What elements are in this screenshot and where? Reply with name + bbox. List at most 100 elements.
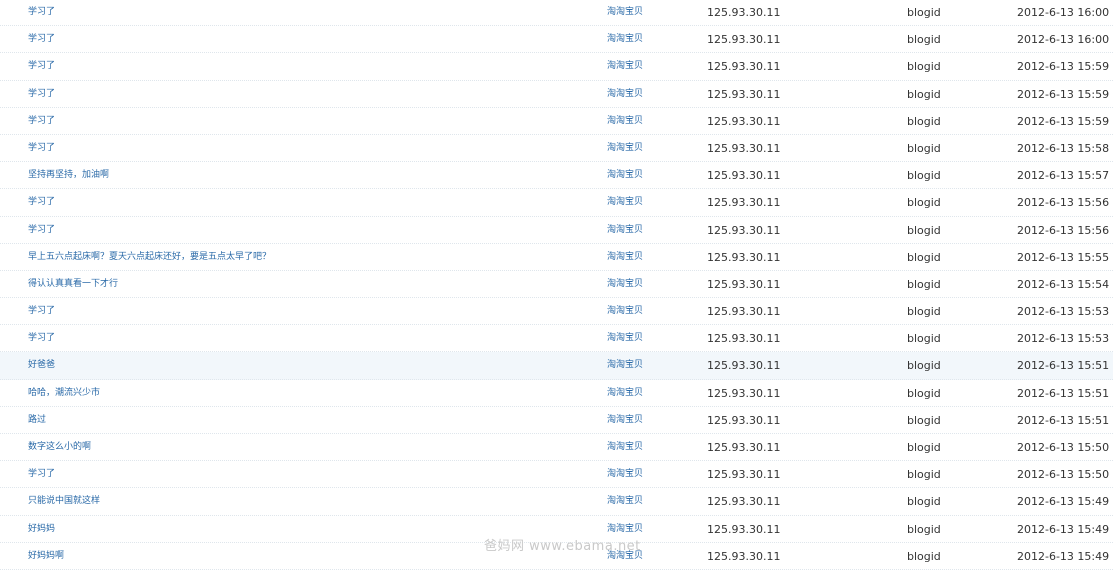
comment-time: 2012-6-13 15:49 (1017, 522, 1110, 536)
comment-content-link[interactable]: 学习了 (28, 108, 55, 135)
comment-ip: 125.93.30.11 (707, 359, 781, 373)
comment-user-link[interactable]: 淘淘宝贝 (607, 53, 643, 80)
comment-content-link[interactable]: 学习了 (28, 0, 55, 26)
comment-time: 2012-6-13 15:58 (1017, 141, 1110, 155)
comment-ip: 125.93.30.11 (707, 169, 781, 183)
table-row: 学习了 淘淘宝贝 125.93.30.11 blogid 2012-6-13 16:00 (0, 0, 1113, 27)
comment-user-link[interactable]: 淘淘宝贝 (607, 298, 643, 325)
comment-type: blogid (907, 332, 941, 346)
comment-ip: 125.93.30.11 (707, 441, 781, 454)
comment-type: blogid (907, 359, 941, 373)
comment-time: 2012-6-13 15:59 (1017, 60, 1110, 74)
comment-ip: 125.93.30.11 (707, 468, 781, 482)
comment-content-link[interactable]: 学习了 (28, 81, 55, 108)
comment-content-link[interactable]: 学习了 (28, 217, 55, 244)
comment-user-link[interactable]: 淘淘宝贝 (607, 271, 643, 298)
comment-user-link[interactable]: 淘淘宝贝 (607, 325, 643, 352)
comment-time: 2012-6-13 15:59 (1017, 114, 1110, 128)
comment-user-link[interactable]: 淘淘宝贝 (607, 380, 643, 407)
comment-content-link[interactable]: 只能说中国就这样 (28, 488, 100, 515)
comment-user-link[interactable]: 淘淘宝贝 (607, 352, 643, 379)
table-row: 学习了 淘淘宝贝 125.93.30.11 blogid 2012-6-13 15:56 (0, 189, 1113, 217)
table-row: 学习了 淘淘宝贝 125.93.30.11 blogid 2012-6-13 15:58 (0, 135, 1113, 163)
comment-time: 2012-6-13 16:00 (1017, 6, 1110, 19)
table-row: 学习了 淘淘宝贝 125.93.30.11 blogid 2012-6-13 16:00 (0, 26, 1113, 54)
comment-ip: 125.93.30.11 (707, 305, 781, 319)
comment-user-link[interactable]: 淘淘宝贝 (607, 81, 643, 108)
table-row: 学习了 淘淘宝贝 125.93.30.11 blogid 2012-6-13 15:59 (0, 81, 1113, 108)
table-row: 只能说中国就这样 淘淘宝贝 125.93.30.11 blogid 2012-6-13 … (0, 488, 1113, 516)
comment-user-link[interactable]: 淘淘宝贝 (607, 26, 643, 53)
comment-user-link[interactable]: 淘淘宝贝 (607, 461, 643, 488)
comment-time: 2012-6-13 15:51 (1017, 413, 1110, 427)
table-row: 学习了 淘淘宝贝 125.93.30.11 blogid 2012-6-13 15:59 (0, 53, 1113, 81)
comment-time: 2012-6-13 15:54 (1017, 277, 1110, 291)
table-row: 哈哈，潮流兴少市 淘淘宝贝 125.93.30.11 blogid 2012-6-13 … (0, 380, 1113, 407)
comment-ip: 125.93.30.11 (707, 522, 781, 536)
comment-type: blogid (907, 413, 941, 427)
comment-type: blogid (907, 522, 941, 536)
comment-time: 2012-6-13 15:53 (1017, 332, 1110, 346)
comment-time: 2012-6-13 15:56 (1017, 196, 1110, 210)
comment-content-link[interactable]: 坚持再坚持，加油啊 (28, 162, 109, 189)
comment-time: 2012-6-13 15:56 (1017, 223, 1110, 237)
comment-time: 2012-6-13 15:53 (1017, 305, 1110, 319)
comment-type: blogid (907, 277, 941, 291)
comment-user-link[interactable]: 淘淘宝贝 (607, 488, 643, 515)
comment-type: blogid (907, 196, 941, 210)
comment-content-link[interactable]: 路过 (28, 407, 46, 434)
comment-type: blogid (907, 114, 941, 128)
comment-user-link[interactable]: 淘淘宝贝 (607, 162, 643, 189)
comment-content-link[interactable]: 得认认真真看一下才行 (28, 271, 118, 298)
comment-ip: 125.93.30.11 (707, 87, 781, 101)
comment-type: blogid (907, 549, 941, 563)
comment-type: blogid (907, 33, 941, 47)
table-row: 得认认真真看一下才行 淘淘宝贝 125.93.30.11 blogid 2012-6-1… (0, 271, 1113, 299)
comment-user-link[interactable]: 淘淘宝贝 (607, 244, 643, 271)
comment-content-link[interactable]: 学习了 (28, 189, 55, 216)
comment-ip: 125.93.30.11 (707, 549, 781, 563)
comment-ip: 125.93.30.11 (707, 223, 781, 237)
comment-ip: 125.93.30.11 (707, 141, 781, 155)
comment-time: 2012-6-13 16:00 (1017, 33, 1110, 47)
comment-ip: 125.93.30.11 (707, 60, 781, 74)
comment-content-link[interactable]: 学习了 (28, 325, 55, 352)
comment-user-link[interactable]: 淘淘宝贝 (607, 217, 643, 244)
comment-type: blogid (907, 250, 941, 264)
comment-type: blogid (907, 6, 941, 19)
comment-content-link[interactable]: 哈哈，潮流兴少市 (28, 380, 100, 407)
comment-ip: 125.93.30.11 (707, 114, 781, 128)
comment-type: blogid (907, 169, 941, 183)
comment-user-link[interactable]: 淘淘宝贝 (607, 434, 643, 461)
comment-type: blogid (907, 495, 941, 509)
comment-content-link[interactable]: 好爸爸 (28, 352, 55, 379)
table-row: 好爸爸 淘淘宝贝 125.93.30.11 blogid 2012-6-13 15:51 (0, 352, 1113, 380)
comment-content-link[interactable]: 学习了 (28, 53, 55, 80)
comment-content-link[interactable]: 好妈妈啊 (28, 543, 64, 570)
comment-time: 2012-6-13 15:57 (1017, 169, 1110, 183)
comment-content-link[interactable]: 好妈妈 (28, 516, 55, 543)
comment-type: blogid (907, 141, 941, 155)
comment-user-link[interactable]: 淘淘宝贝 (607, 189, 643, 216)
watermark: 爸妈网 www.ebama.net (484, 539, 641, 554)
comment-content-link[interactable]: 学习了 (28, 135, 55, 162)
comments-table: 学习了 淘淘宝贝 125.93.30.11 blogid 2012-6-13 16:00… (0, 0, 1113, 570)
comment-user-link[interactable]: 淘淘宝贝 (607, 0, 643, 26)
table-row: 学习了 淘淘宝贝 125.93.30.11 blogid 2012-6-13 15:50 (0, 461, 1113, 489)
comment-content-link[interactable]: 学习了 (28, 461, 55, 488)
comment-content-link[interactable]: 学习了 (28, 26, 55, 53)
comment-user-link[interactable]: 淘淘宝贝 (607, 407, 643, 434)
comment-type: blogid (907, 60, 941, 74)
comment-content-link[interactable]: 早上五六点起床啊？夏天六点起床还好，要是五点太早了吧？ (28, 244, 271, 271)
table-row: 路过 淘淘宝贝 125.93.30.11 blogid 2012-6-13 15:51 (0, 407, 1113, 434)
comment-content-link[interactable]: 数字这么小的啊 (28, 434, 91, 461)
comment-ip: 125.93.30.11 (707, 196, 781, 210)
table-row: 学习了 淘淘宝贝 125.93.30.11 blogid 2012-6-13 15:56 (0, 217, 1113, 244)
comment-content-link[interactable]: 学习了 (28, 298, 55, 325)
comment-type: blogid (907, 223, 941, 237)
comment-user-link[interactable]: 淘淘宝贝 (607, 135, 643, 162)
table-row: 坚持再坚持，加油啊 淘淘宝贝 125.93.30.11 blogid 2012-6-13… (0, 162, 1113, 190)
comment-user-link[interactable]: 淘淘宝贝 (607, 108, 643, 135)
comment-ip: 125.93.30.11 (707, 250, 781, 264)
comment-type: blogid (907, 386, 941, 400)
